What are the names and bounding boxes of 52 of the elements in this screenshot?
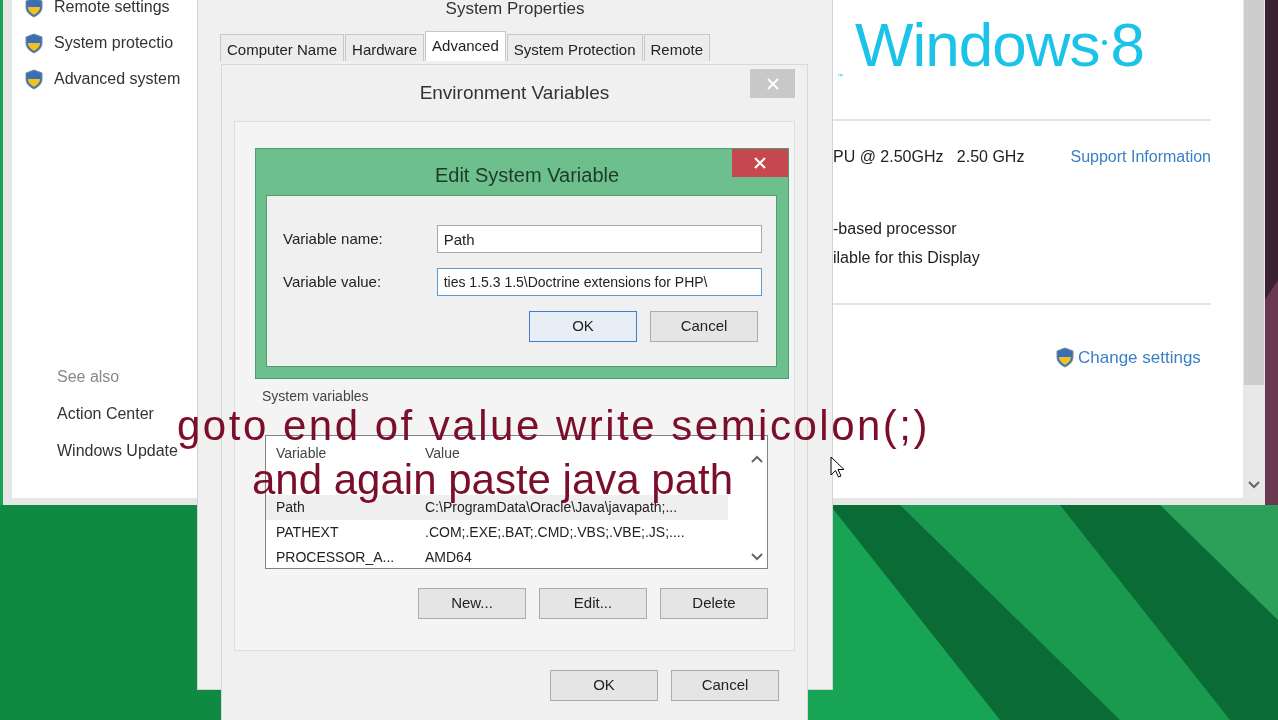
variable-name: PROCESSOR_A... [276, 547, 396, 567]
tab[interactable]: Hardware [345, 34, 425, 61]
processor-text: PU @ 2.50GHz 2.50 GHz [833, 147, 1025, 167]
scrollbar-thumb[interactable] [1244, 0, 1264, 385]
task-link[interactable]: Remote settings [54, 0, 170, 19]
button[interactable]: Cancel [650, 311, 758, 342]
tab[interactable]: Computer Name [220, 34, 345, 61]
tab[interactable]: System Protection [506, 34, 643, 61]
button[interactable]: OK [529, 311, 637, 342]
scroll-down-icon[interactable] [750, 550, 764, 562]
scroll-down-icon[interactable] [1247, 479, 1261, 490]
logo-text: Windows [855, 14, 1100, 76]
tab[interactable]: Advanced [425, 31, 506, 61]
change-settings-link[interactable]: Change settings [1078, 345, 1201, 371]
task-link[interactable]: Advanced system [54, 67, 181, 91]
section-heading: See also [57, 367, 121, 387]
shield-icon [24, 32, 44, 54]
button[interactable]: New... [418, 587, 526, 619]
support-link[interactable]: Support Information [1070, 145, 1211, 169]
scrollbar[interactable] [1243, 0, 1265, 498]
column-header: Variable [276, 443, 328, 463]
column-header: Value [425, 443, 460, 463]
shield-icon [1055, 347, 1075, 369]
button[interactable]: Cancel [671, 669, 779, 701]
close-icon [754, 157, 766, 169]
button[interactable]: Delete [660, 587, 768, 619]
field-label: Variable value: [283, 271, 383, 292]
registered-mark [1101, 40, 1107, 45]
close-button[interactable] [732, 149, 788, 177]
group-label: System variables [262, 386, 370, 406]
scroll-up-icon[interactable] [750, 453, 764, 465]
button[interactable]: OK [550, 669, 658, 701]
pen-touch-text: ilable for this Display [833, 248, 981, 268]
input-field[interactable]: Path [436, 225, 762, 253]
variable-name: PATHEXT [276, 522, 340, 542]
close-icon [766, 77, 779, 90]
variable-value: AMD64 [425, 547, 472, 567]
shield-icon [24, 0, 44, 18]
variable-name: Path [276, 497, 306, 517]
tab[interactable]: Remote [643, 34, 711, 61]
input-field[interactable]: ties 1.5.3 1.5\Doctrine extensions for PHP\ [436, 268, 762, 296]
logo-text: 8 [1110, 14, 1144, 76]
variable-value: .COM;.EXE;.BAT;.CMD;.VBS;.VBE;.JS;.... [425, 522, 685, 542]
mouse-pointer-icon [830, 456, 845, 478]
system-type-text: -based processor [833, 219, 958, 239]
window-title: System Properties [444, 0, 586, 18]
window-title: Edit System Variable [433, 163, 621, 188]
button[interactable]: Edit... [539, 587, 647, 619]
task-link[interactable]: System protectio [54, 31, 174, 55]
window-title: Environment Variables [418, 81, 611, 105]
shield-icon [24, 68, 44, 90]
field-label: Variable name: [283, 228, 384, 249]
